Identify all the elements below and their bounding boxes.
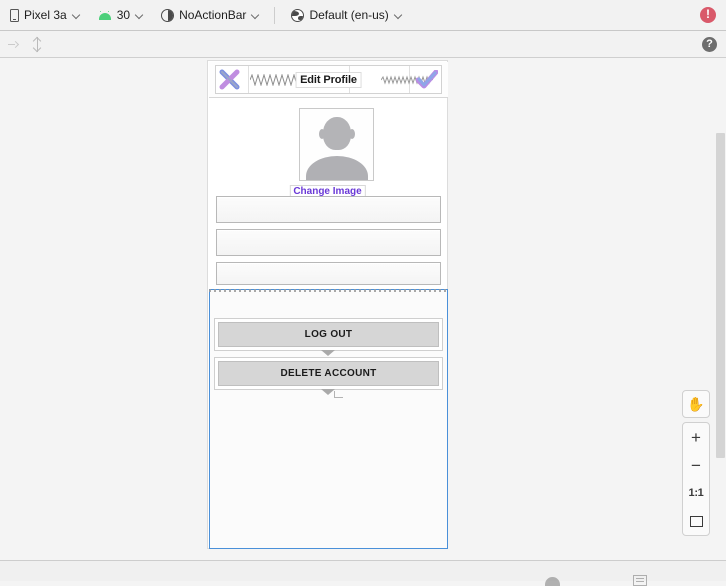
zoom-in-button[interactable]: + xyxy=(683,423,709,451)
preview-appbar[interactable]: Edit Profile xyxy=(209,62,448,98)
chevron-down-icon xyxy=(252,11,261,20)
constraint-arrow-down-1 xyxy=(320,350,335,356)
android-icon[interactable] xyxy=(545,577,560,586)
design-surface[interactable]: Edit Profile Change Image LOG OUT DELETE… xyxy=(0,58,726,560)
android-icon xyxy=(98,10,112,20)
zoom-to-fit-button[interactable] xyxy=(683,507,709,535)
error-icon[interactable] xyxy=(700,6,716,23)
status-bar xyxy=(0,560,726,586)
vertical-scrollbar-thumb[interactable] xyxy=(716,133,725,458)
configuration-toolbar: Pixel 3a 30 NoActionBar Default (en-us) xyxy=(0,0,726,31)
zoom-controls: + − 1:1 xyxy=(682,422,710,536)
field-one[interactable] xyxy=(216,196,441,223)
hand-icon: ✋ xyxy=(687,396,705,412)
zoom-out-button[interactable]: − xyxy=(683,451,709,479)
avatar-body xyxy=(305,156,368,180)
locale-selector-label: Default (en-us) xyxy=(309,8,389,22)
close-x-icon[interactable] xyxy=(219,69,240,90)
chevron-down-icon xyxy=(136,11,145,20)
log-out-button-wrapper: LOG OUT xyxy=(214,318,443,351)
person-placeholder-icon[interactable] xyxy=(299,108,374,181)
arrow-right-icon xyxy=(7,40,19,49)
device-preview[interactable]: Edit Profile Change Image LOG OUT DELETE… xyxy=(207,60,448,549)
appbar-title: Edit Profile xyxy=(295,71,362,88)
help-icon[interactable] xyxy=(702,36,717,52)
globe-icon xyxy=(291,8,305,22)
theme-icon xyxy=(161,8,175,22)
delete-account-button[interactable]: DELETE ACCOUNT xyxy=(218,361,439,386)
actual-size-button[interactable]: 1:1 xyxy=(683,479,709,507)
zoom-to-fit-icon xyxy=(689,515,703,527)
api-level-label: 30 xyxy=(116,8,131,22)
toolbar-separator xyxy=(274,6,276,24)
arrow-right-button[interactable] xyxy=(2,33,24,55)
api-level-selector[interactable]: 30 xyxy=(91,4,151,26)
phone-icon xyxy=(10,8,19,22)
theme-selector[interactable]: NoActionBar xyxy=(154,4,267,26)
log-out-button[interactable]: LOG OUT xyxy=(218,322,439,347)
chevron-down-icon xyxy=(395,11,404,20)
avatar-ears xyxy=(318,129,355,140)
selection-dashed-edge xyxy=(209,289,448,292)
theme-selector-label: NoActionBar xyxy=(179,8,247,22)
device-selector-label: Pixel 3a xyxy=(24,8,67,22)
field-two[interactable] xyxy=(216,229,441,256)
field-three[interactable] xyxy=(216,262,441,285)
device-selector[interactable]: Pixel 3a xyxy=(3,4,88,26)
pan-tool-button[interactable]: ✋ xyxy=(682,390,710,418)
vertical-resize-button[interactable] xyxy=(26,33,48,55)
constraint-tick xyxy=(333,391,343,398)
vertical-scrollbar-track[interactable] xyxy=(715,58,726,560)
constraint-toolbar xyxy=(0,31,726,58)
constraint-arrow-down-2 xyxy=(320,389,335,395)
chevron-down-icon xyxy=(73,11,82,20)
locale-selector[interactable]: Default (en-us) xyxy=(284,4,409,26)
checkmark-icon[interactable] xyxy=(415,69,439,89)
delete-account-button-wrapper: DELETE ACCOUNT xyxy=(214,357,443,390)
vertical-resize-icon xyxy=(32,36,42,52)
